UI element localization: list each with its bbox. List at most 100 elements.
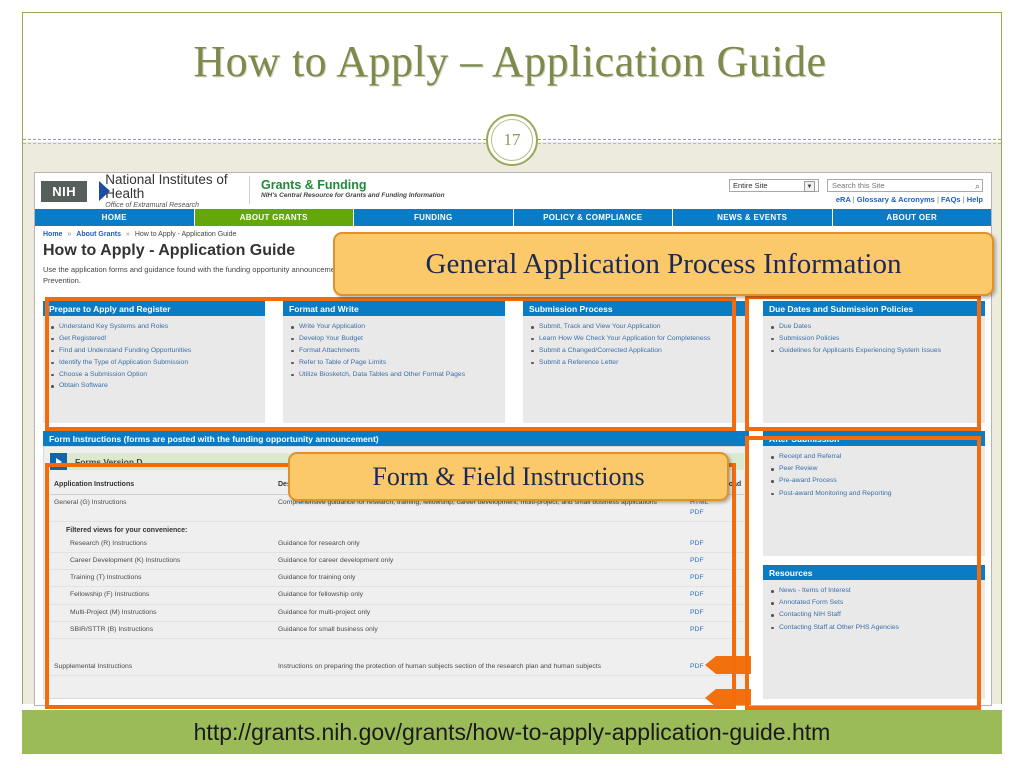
- row-name: Research (R) Instructions: [70, 539, 148, 547]
- search-input[interactable]: [827, 179, 983, 192]
- utility-link-faqs[interactable]: FAQs: [941, 195, 961, 204]
- grants-funding-brand: Grants & Funding NIH's Central Resource …: [261, 178, 445, 200]
- link-pdf[interactable]: PDF: [690, 556, 744, 566]
- grants-funding-tagline: NIH's Central Resource for Grants and Fu…: [261, 192, 445, 200]
- list-item[interactable]: Identify the Type of Application Submiss…: [51, 357, 259, 369]
- list-item[interactable]: News - Items of Interest: [771, 585, 979, 597]
- row-name: Multi-Project (M) Instructions: [70, 608, 157, 616]
- footer-url-band: http://grants.nih.gov/grants/how-to-appl…: [22, 710, 1002, 754]
- row-name: SBIR/STTR (B) Instructions: [70, 625, 154, 633]
- search-icon[interactable]: ⌕: [975, 181, 980, 192]
- box-after-submission: After Submission Receipt and Referral Pe…: [763, 431, 985, 556]
- row-links: PDF: [690, 573, 744, 583]
- footer-url-text: http://grants.nih.gov/grants/how-to-appl…: [193, 718, 831, 745]
- box-resources: Resources News - Items of Interest Annot…: [763, 565, 985, 699]
- utility-links[interactable]: eRA | Glossary & Acronyms | FAQs | Help: [836, 195, 983, 204]
- link-pdf[interactable]: PDF: [690, 573, 744, 583]
- row-links: PDF: [690, 539, 744, 549]
- list-item[interactable]: Receipt and Referral: [771, 451, 979, 463]
- card-title: Prepare to Apply and Register: [43, 301, 265, 316]
- column-header-application-instructions: Application Instructions: [54, 481, 135, 488]
- row-name: Career Development (K) Instructions: [70, 557, 181, 565]
- table-row: Research (R) Instructions Guidance for r…: [50, 536, 744, 554]
- topic-cards-row: Prepare to Apply and Register Understand…: [43, 301, 985, 423]
- table-row: Training (T) Instructions Guidance for t…: [50, 570, 744, 588]
- row-links: PDF: [690, 608, 744, 618]
- list-item[interactable]: Write Your Application: [291, 321, 499, 333]
- card-submission-process: Submission Process Submit, Track and Vie…: [523, 301, 745, 423]
- list-item[interactable]: Contacting NIH Staff: [771, 609, 979, 621]
- row-description: Instructions on preparing the protection…: [278, 663, 602, 670]
- link-pdf[interactable]: PDF: [690, 625, 744, 635]
- breadcrumb-item-about-grants[interactable]: About Grants: [76, 231, 121, 238]
- utility-link-era[interactable]: eRA: [836, 195, 851, 204]
- list-item[interactable]: Learn How We Check Your Application for …: [531, 333, 739, 345]
- card-title: Format and Write: [283, 301, 505, 316]
- list-item[interactable]: Format Attachments: [291, 345, 499, 357]
- nav-item-funding[interactable]: FUNDING: [354, 209, 514, 226]
- list-item[interactable]: Submit a Reference Letter: [531, 357, 739, 369]
- card-link-list: Understand Key Systems and Roles Get Reg…: [43, 321, 265, 392]
- row-name: Training (T) Instructions: [70, 574, 142, 582]
- utility-link-help[interactable]: Help: [967, 195, 983, 204]
- link-pdf[interactable]: PDF: [690, 508, 744, 518]
- utility-sep-3: |: [962, 195, 965, 204]
- card-due-dates-and-submission-policies: Due Dates and Submission Policies Due Da…: [763, 301, 985, 423]
- nih-badge-text: NIH: [52, 183, 77, 199]
- card-title: Submission Process: [523, 301, 745, 316]
- list-item[interactable]: Contacting Staff at Other PHS Agencies: [771, 622, 979, 634]
- utility-link-glossary[interactable]: Glossary & Acronyms: [857, 195, 935, 204]
- list-item[interactable]: Submit a Changed/Corrected Application: [531, 345, 739, 357]
- nih-logo[interactable]: NIH National Institutes of Health Office…: [41, 173, 237, 209]
- box-link-list: Receipt and Referral Peer Review Pre-awa…: [763, 451, 985, 500]
- nih-badge-icon: NIH: [41, 180, 111, 202]
- list-item[interactable]: Get Registered!: [51, 333, 259, 345]
- nav-item-news-events[interactable]: NEWS & EVENTS: [673, 209, 833, 226]
- list-item[interactable]: Peer Review: [771, 463, 979, 475]
- header-divider: [249, 176, 250, 204]
- row-links: PDF: [690, 556, 744, 566]
- expand-triangle-icon[interactable]: [50, 453, 67, 470]
- list-item[interactable]: Refer to Table of Page Limits: [291, 357, 499, 369]
- list-item[interactable]: Find and Understand Funding Opportunitie…: [51, 345, 259, 357]
- breadcrumb-sep-1: »: [67, 231, 72, 238]
- breadcrumb-sep-2: »: [125, 231, 130, 238]
- row-description: Guidance for small business only: [278, 625, 378, 633]
- card-link-list: Due Dates Submission Policies Guidelines…: [763, 321, 985, 357]
- link-pdf[interactable]: PDF: [690, 539, 744, 549]
- breadcrumb-item-home[interactable]: Home: [43, 231, 62, 238]
- list-item[interactable]: Develop Your Budget: [291, 333, 499, 345]
- nav-item-policy-compliance[interactable]: POLICY & COMPLIANCE: [514, 209, 673, 226]
- chevron-down-icon[interactable]: ▼: [804, 181, 815, 192]
- list-item[interactable]: Submit, Track and View Your Application: [531, 321, 739, 333]
- breadcrumb: Home » About Grants » How to Apply - App…: [43, 231, 236, 238]
- instructions-table: Application Instructions Description Vie…: [50, 477, 744, 677]
- main-nav: HOME ABOUT GRANTS FUNDING POLICY & COMPL…: [35, 209, 991, 226]
- list-item[interactable]: Obtain Software: [51, 380, 259, 392]
- list-item[interactable]: Pre-award Process: [771, 475, 979, 487]
- link-pdf[interactable]: PDF: [690, 590, 744, 600]
- list-item[interactable]: Choose a Submission Option: [51, 369, 259, 381]
- table-row: Multi-Project (M) Instructions Guidance …: [50, 605, 744, 622]
- list-item[interactable]: Utilize Biosketch, Data Tables and Other…: [291, 369, 499, 381]
- list-item[interactable]: Submission Policies: [771, 333, 979, 345]
- list-item[interactable]: Guidelines for Applicants Experiencing S…: [771, 345, 979, 357]
- list-item[interactable]: Understand Key Systems and Roles: [51, 321, 259, 333]
- box-link-list: News - Items of Interest Annotated Form …: [763, 585, 985, 634]
- list-item[interactable]: Annotated Form Sets: [771, 597, 979, 609]
- orange-arrow-icon: [705, 656, 751, 674]
- nav-item-home[interactable]: HOME: [35, 209, 195, 226]
- link-pdf[interactable]: PDF: [690, 608, 744, 618]
- row-description: Guidance for career development only: [278, 557, 394, 565]
- row-description: Guidance for research only: [278, 539, 360, 547]
- box-title: Resources: [763, 565, 985, 580]
- list-item[interactable]: Due Dates: [771, 321, 979, 333]
- forms-version-label: Forms Version D: [75, 456, 143, 467]
- card-format-and-write: Format and Write Write Your Application …: [283, 301, 505, 423]
- nav-item-about-oer[interactable]: ABOUT OER: [833, 209, 992, 226]
- utility-sep-1: |: [852, 195, 855, 204]
- list-item[interactable]: Post-award Monitoring and Reporting: [771, 488, 979, 500]
- nav-item-about-grants[interactable]: ABOUT GRANTS: [194, 209, 354, 226]
- card-link-list: Submit, Track and View Your Application …: [523, 321, 745, 369]
- orange-arrow-icon: [705, 689, 751, 705]
